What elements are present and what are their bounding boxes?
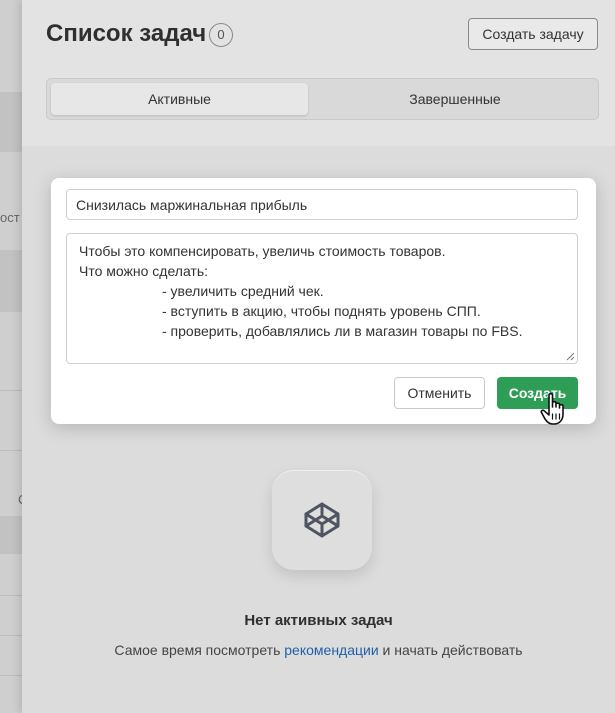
hand-pointer-cursor-icon (540, 392, 564, 425)
page-title: Список задач (46, 20, 207, 47)
description-line: - вступить в акцию, чтобы поднять уровен… (162, 303, 481, 319)
description-line: - проверить, добавлялись ли в магазин то… (162, 323, 523, 339)
new-task-modal: Чтобы это компенсировать, увеличь стоимо… (51, 178, 596, 424)
description-line: - увеличить средний чек. (162, 283, 324, 299)
description-line: Что можно сделать: (79, 263, 209, 279)
drawer-header: Список задач 0 Создать задачу Активные З… (22, 0, 615, 146)
task-tabs: Активные Завершенные (46, 78, 599, 120)
task-count-badge: 0 (209, 23, 233, 47)
background-text-fragment: ост (0, 210, 20, 225)
task-title-input[interactable] (66, 189, 578, 220)
empty-state-title: Нет активных задач (244, 612, 393, 629)
resize-grip-icon[interactable] (566, 352, 575, 361)
task-description-textarea[interactable]: Чтобы это компенсировать, увеличь стоимо… (66, 233, 578, 364)
description-line: Чтобы это компенсировать, увеличь стоимо… (79, 243, 446, 259)
empty-state-text: Самое время посмотреть рекомендации и на… (22, 642, 615, 658)
codepen-cube-icon (304, 502, 340, 538)
create-task-button[interactable]: Создать задачу (468, 18, 598, 50)
empty-state-text-after: и начать действовать (378, 642, 523, 658)
empty-state-text-before: Самое время посмотреть (114, 642, 285, 658)
empty-state-illustration (272, 470, 372, 570)
tab-active[interactable]: Активные (51, 83, 308, 115)
recommendations-link[interactable]: рекомендации (284, 642, 378, 658)
tab-completed[interactable]: Завершенные (315, 83, 595, 115)
screen: ост С Список задач 0 Создать задачу Акти… (0, 0, 615, 713)
cancel-button[interactable]: Отменить (394, 377, 485, 409)
